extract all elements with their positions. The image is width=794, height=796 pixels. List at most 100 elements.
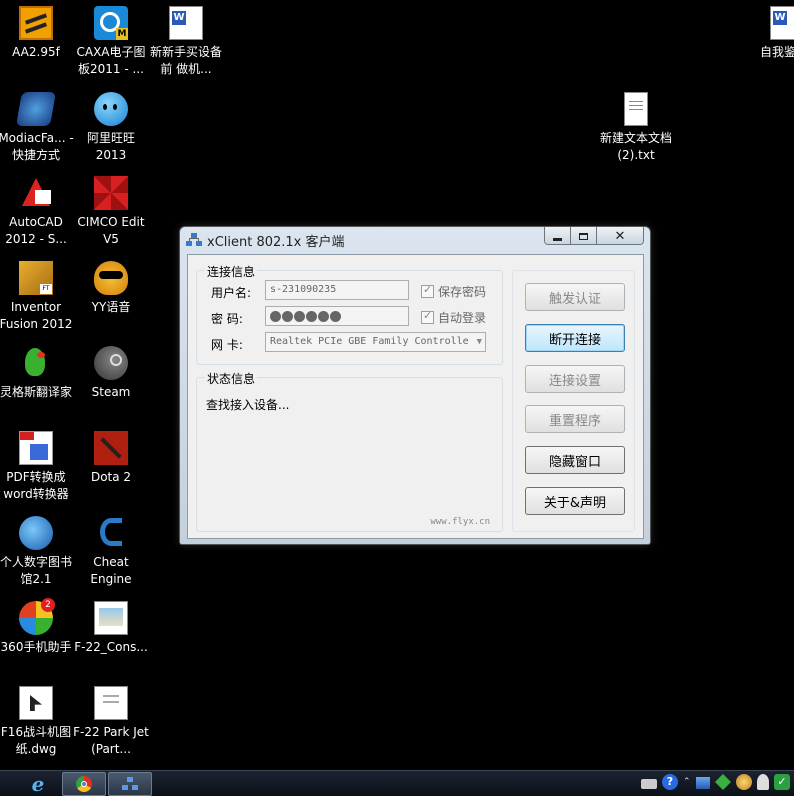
status-info-group: 状态信息 查找接入设备... www.flyx.cn (196, 370, 503, 532)
window-client-area: 连接信息 用户名: s-231090235 保存密码 密 码: 自动登录 网 卡… (187, 254, 644, 539)
connection-info-group: 连接信息 用户名: s-231090235 保存密码 密 码: 自动登录 网 卡… (196, 263, 503, 365)
user-tray-icon[interactable] (757, 774, 769, 790)
desktop-icon-f22-cons[interactable]: F-22_Cons... (72, 601, 150, 656)
checkbox-box (421, 283, 434, 298)
username-label: 用户名: (211, 286, 252, 300)
checkbox-box (421, 309, 434, 324)
desktop-icon-label: CIMCO Edit V5 (77, 215, 145, 246)
maximize-icon (579, 232, 588, 240)
desktop-icon-digital-library[interactable]: 个人数字图书馆2.1 (0, 516, 75, 588)
minimize-button[interactable] (545, 227, 571, 244)
desktop-icon-cimco[interactable]: CIMCO Edit V5 (72, 176, 150, 248)
taskbar-xclient-button[interactable] (108, 772, 152, 796)
desktop-icon-f16-dwg[interactable]: F16战斗机图纸.dwg (0, 686, 75, 758)
document-icon (94, 686, 128, 720)
nic-select[interactable]: Realtek PCIe GBE Family Controlle ▼ (265, 332, 486, 352)
password-label: 密 码: (211, 312, 243, 326)
yy-bear-icon (94, 261, 128, 295)
taskbar: e ? ⌃ ✓ (0, 770, 794, 796)
desktop-icon-label: 灵格斯翻译家 (0, 385, 72, 399)
connection-settings-button[interactable]: 连接设置 (525, 365, 625, 393)
keyboard-icon[interactable] (641, 778, 657, 789)
desktop-icon-label: 新新手买设备前 做机... (149, 45, 222, 76)
network-tray-icon[interactable] (696, 777, 710, 789)
desktop-icon-autocad[interactable]: AutoCAD 2012 - S... (0, 176, 75, 248)
desktop-icon-label: PDF转换成word转换器 (3, 470, 69, 501)
username-input[interactable]: s-231090235 (265, 280, 409, 300)
desktop-icon-aa295f[interactable]: AA2.95f (0, 6, 75, 61)
desktop-icon-caxa[interactable]: M CAXA电子图板2011 - ... (72, 6, 150, 78)
maximize-button[interactable] (571, 227, 597, 244)
desktop-icon-label: YY语音 (91, 300, 131, 314)
desktop-icon-label: 个人数字图书馆2.1 (0, 555, 72, 586)
desktop-icon-label: AA2.95f (12, 45, 60, 59)
auto-login-label: 自动登录 (438, 311, 487, 325)
save-password-label: 保存密码 (438, 285, 487, 299)
desktop-icon-dota2[interactable]: Dota 2 (72, 431, 150, 486)
hide-window-button[interactable]: 隐藏窗口 (525, 446, 625, 474)
aa-app-icon (19, 6, 53, 40)
checkmark-tray-icon[interactable]: ✓ (774, 774, 790, 790)
360-icon: 2 (19, 598, 55, 635)
parrot-icon (19, 346, 53, 380)
reset-program-button[interactable]: 重置程序 (525, 405, 625, 433)
window-title: xClient 802.1x 客户端 (207, 235, 345, 250)
chevron-down-icon: ▼ (476, 337, 482, 347)
desktop-icon-inventor[interactable]: FT Inventor Fusion 2012 (0, 261, 75, 333)
desktop-icon-new-buyer-doc[interactable]: W 新新手买设备前 做机... (147, 6, 225, 78)
desktop-icon-aliwangwang[interactable]: 阿里旺旺 2013 (72, 92, 150, 164)
desktop-icon-label: 自我鉴 doc (760, 45, 794, 59)
text-file-icon (624, 92, 648, 126)
help-icon[interactable]: ? (662, 774, 678, 790)
globe-icon (19, 516, 53, 550)
desktop-icon-yy[interactable]: YY语音 (72, 261, 150, 316)
desktop-icon-label: F16战斗机图纸.dwg (0, 725, 72, 756)
password-mask (270, 310, 404, 322)
desktop-icon-label: 阿里旺旺 2013 (86, 131, 135, 162)
steam-icon (94, 346, 128, 380)
desktop-icon-label: F-22 Park Jet (Part... (73, 725, 149, 756)
dwg-file-icon (19, 686, 53, 720)
word-doc-icon: W (770, 6, 794, 40)
connection-info-title: 连接信息 (205, 263, 258, 280)
chevron-icon[interactable]: ⌃ (683, 774, 691, 790)
close-button[interactable]: ✕ (597, 227, 643, 244)
desktop-icon-new-txt[interactable]: 新建文本文档 (2).txt (597, 92, 675, 164)
globe-tray-icon[interactable] (736, 774, 752, 790)
autocad-app-icon (19, 176, 53, 210)
desktop-icon-f22-park-jet[interactable]: F-22 Park Jet (Part... (72, 686, 150, 758)
cimco-app-icon (94, 176, 128, 210)
about-button[interactable]: 关于&声明 (525, 487, 625, 515)
desktop-icon-lingoes[interactable]: 灵格斯翻译家 (0, 346, 75, 401)
disconnect-button[interactable]: 断开连接 (525, 324, 625, 352)
desktop-icon-label: Steam (91, 385, 131, 399)
desktop-icon-modiacfa[interactable]: ModiacFa... - 快捷方式 (0, 92, 75, 164)
chrome-icon (76, 776, 92, 792)
modiac-app-icon (16, 92, 56, 126)
status-info-title: 状态信息 (205, 370, 258, 387)
desktop-icon-360[interactable]: 2 360手机助手 (0, 598, 75, 656)
desktop-icon-steam[interactable]: Steam (72, 346, 150, 401)
desktop-icon-pdf2word[interactable]: PDF转换成word转换器 (0, 431, 75, 503)
password-input[interactable] (265, 306, 409, 326)
desktop-icon-self-review-doc[interactable]: W 自我鉴 doc (746, 6, 794, 61)
desktop-icon-label: CAXA电子图板2011 - ... (76, 45, 146, 76)
save-password-checkbox[interactable]: 保存密码 (421, 283, 486, 300)
auto-login-checkbox[interactable]: 自动登录 (421, 309, 486, 326)
close-icon: ✕ (614, 228, 626, 244)
title-bar[interactable]: xClient 802.1x 客户端 ✕ (180, 227, 650, 253)
desktop-icon-label: F-22_Cons... (74, 640, 148, 654)
word-doc-icon: W (169, 6, 203, 40)
desktop-icon-label: Dota 2 (90, 470, 132, 484)
taskbar-chrome-button[interactable] (62, 772, 106, 796)
status-message: 查找接入设备... (206, 398, 290, 412)
desktop-icon-label: ModiacFa... - 快捷方式 (0, 131, 74, 162)
desktop-icon-cheat-engine[interactable]: Cheat Engine (72, 516, 150, 588)
antivirus-icon[interactable] (715, 774, 731, 790)
trigger-auth-button[interactable]: 触发认证 (525, 283, 625, 311)
desktop-icon-label: Cheat Engine (90, 555, 132, 586)
minimize-icon (553, 237, 562, 241)
xclient-window[interactable]: xClient 802.1x 客户端 ✕ 连接信息 用户名: s-2310902… (179, 226, 651, 545)
taskbar-ie-button[interactable]: e (16, 772, 60, 796)
document-icon (19, 431, 53, 465)
